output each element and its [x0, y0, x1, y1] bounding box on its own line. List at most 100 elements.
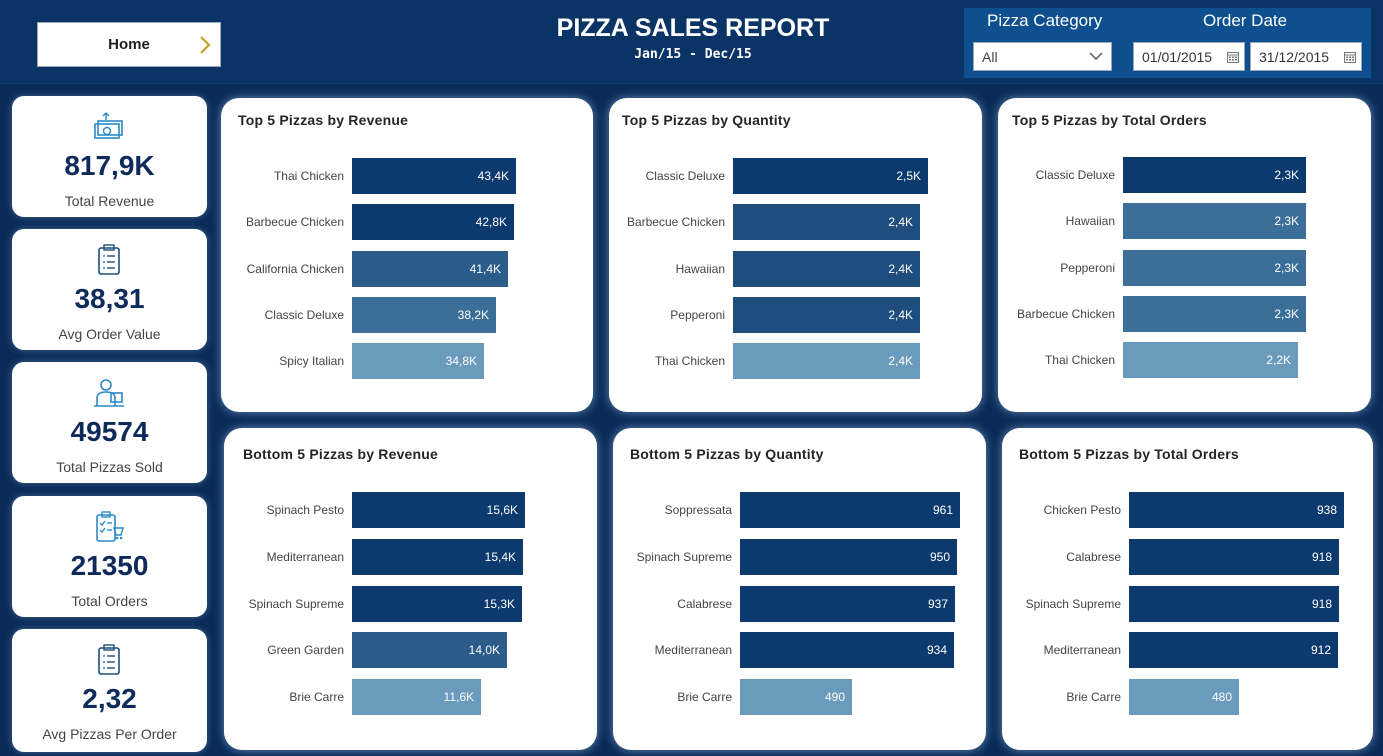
- chart-card-bottom-orders: Bottom 5 Pizzas by Total Orders Chicken …: [1002, 428, 1373, 750]
- calendar-icon[interactable]: [1227, 51, 1239, 63]
- date-from-value: 01/01/2015: [1142, 49, 1213, 65]
- chevron-down-icon: [1089, 52, 1103, 61]
- money-icon: [94, 112, 123, 139]
- bar-category-label: Thai Chicken: [273, 169, 344, 183]
- bar[interactable]: 2,5K: [733, 158, 928, 194]
- bar-category-label: Barbecue Chicken: [1016, 306, 1115, 321]
- date-to-value: 31/12/2015: [1259, 49, 1330, 65]
- chart-card-top-quantity: Top 5 Pizzas by Quantity Classic Deluxe 2…: [609, 98, 982, 412]
- bar-category-label: Pepperoni: [1060, 260, 1115, 275]
- bar-category-label: Classic Deluxe: [264, 307, 344, 322]
- chevron-right-icon: [200, 36, 211, 54]
- bar-value-label: 2,4K: [888, 261, 913, 276]
- bar[interactable]: 43,4K: [352, 158, 516, 194]
- home-button[interactable]: Home: [37, 22, 221, 67]
- bar-row: Classic Deluxe 38,2K: [221, 296, 593, 333]
- bar-category-label: Mediterranean: [1043, 643, 1121, 658]
- home-button-label: Home: [108, 36, 150, 53]
- bar-value-label: 2,3K: [1274, 260, 1299, 275]
- kpi-value: 49574: [70, 416, 149, 447]
- bar-row: Brie Carre 480: [1002, 679, 1373, 716]
- delivery-icon: [94, 379, 124, 407]
- kpi-value: 2,32: [82, 683, 137, 714]
- bar[interactable]: 2,4K: [733, 296, 920, 333]
- bar[interactable]: 14,0K: [352, 632, 507, 669]
- bar-category-label: Thai Chicken: [654, 354, 725, 369]
- kpi-card-total-revenue: 817,9K Total Revenue: [12, 96, 207, 217]
- chart-title: Top 5 Pizzas by Quantity: [622, 112, 791, 128]
- bar[interactable]: 2,4K: [733, 343, 920, 380]
- bar-category-label: Spicy Italian: [279, 354, 344, 369]
- pizza-category-dropdown[interactable]: All: [973, 42, 1112, 71]
- bar-value-label: 38,2K: [457, 307, 489, 322]
- bar[interactable]: 2,4K: [733, 250, 920, 287]
- calendar-icon[interactable]: [1344, 51, 1356, 63]
- chart-title: Bottom 5 Pizzas by Quantity: [630, 446, 824, 462]
- bar-value-label: 41,4K: [469, 261, 501, 276]
- bar[interactable]: 912: [1129, 632, 1338, 669]
- bar-row: Hawaiian 2,3K: [998, 203, 1371, 240]
- bar[interactable]: 934: [740, 632, 954, 669]
- chart-title: Top 5 Pizzas by Revenue: [238, 112, 409, 128]
- bar-category-label: Barbecue Chicken: [626, 215, 725, 230]
- bar-value-label: 11,6K: [443, 690, 474, 705]
- bar[interactable]: 15,6K: [352, 492, 525, 528]
- bar-value-label: 950: [929, 549, 950, 564]
- bar-value-label: 938: [1316, 503, 1337, 517]
- bar-category-label: Hawaiian: [675, 261, 725, 276]
- bar[interactable]: 950: [740, 538, 957, 575]
- bar[interactable]: 15,3K: [352, 585, 522, 622]
- bar-value-label: 2,5K: [896, 169, 921, 183]
- bar-category-label: California Chicken: [246, 261, 344, 276]
- bar[interactable]: 918: [1129, 538, 1339, 575]
- bar-row: California Chicken 41,4K: [221, 250, 593, 287]
- bar[interactable]: 480: [1129, 679, 1239, 716]
- kpi-value: 38,31: [74, 283, 145, 314]
- bar-category-label: Chicken Pesto: [1043, 503, 1121, 517]
- bar-value-label: 480: [1211, 690, 1232, 705]
- chart-title: Bottom 5 Pizzas by Total Orders: [1019, 446, 1239, 462]
- bar[interactable]: 2,2K: [1123, 342, 1298, 379]
- bar-row: Thai Chicken 2,4K: [609, 343, 982, 380]
- bar-value-label: 2,3K: [1274, 214, 1299, 229]
- bar[interactable]: 937: [740, 585, 955, 622]
- kpi-card-total-pizzas-sold: 49574 Total Pizzas Sold: [12, 362, 207, 483]
- date-from-input[interactable]: 01/01/2015: [1133, 42, 1245, 71]
- bar-value-label: 918: [1311, 596, 1332, 611]
- chart-title: Top 5 Pizzas by Total Orders: [1012, 112, 1207, 128]
- bar[interactable]: 938: [1129, 492, 1344, 528]
- bar-category-label: Brie Carre: [677, 690, 732, 705]
- chart-card-bottom-quantity: Bottom 5 Pizzas by Quantity Soppressata 9…: [613, 428, 986, 750]
- bar-value-label: 34,8K: [445, 354, 477, 369]
- bar-value-label: 14,0K: [468, 643, 500, 658]
- bar[interactable]: 2,3K: [1123, 203, 1306, 240]
- bar-row: Calabrese 937: [613, 585, 986, 622]
- bar-category-label: Spinach Pesto: [266, 503, 344, 517]
- bar[interactable]: 38,2K: [352, 296, 496, 333]
- kpi-caption: Avg Order Value: [58, 326, 161, 342]
- bar-category-label: Brie Carre: [1066, 690, 1121, 705]
- bar[interactable]: 34,8K: [352, 343, 484, 380]
- bar[interactable]: 11,6K: [352, 679, 481, 716]
- page-subtitle: Jan/15 - Dec/15: [634, 47, 752, 62]
- bar[interactable]: 490: [740, 679, 852, 716]
- bar-category-label: Mediterranean: [654, 643, 732, 658]
- bar[interactable]: 41,4K: [352, 250, 508, 287]
- bar[interactable]: 961: [740, 492, 960, 528]
- bar-row: Hawaiian 2,4K: [609, 250, 982, 287]
- bar[interactable]: 15,4K: [352, 538, 523, 575]
- bar[interactable]: 918: [1129, 585, 1339, 622]
- bar[interactable]: 2,3K: [1123, 157, 1306, 193]
- bar-value-label: 912: [1310, 643, 1331, 658]
- checklist-icon: [96, 511, 124, 542]
- bar-value-label: 934: [926, 643, 947, 658]
- pizza-category-label: Pizza Category: [987, 11, 1103, 30]
- bar[interactable]: 2,3K: [1123, 249, 1306, 286]
- bar-value-label: 2,3K: [1274, 168, 1299, 182]
- bar[interactable]: 2,4K: [733, 204, 920, 241]
- bar[interactable]: 2,3K: [1123, 295, 1306, 332]
- date-to-input[interactable]: 31/12/2015: [1250, 42, 1362, 71]
- kpi-value: 21350: [70, 550, 149, 581]
- bar[interactable]: 42,8K: [352, 204, 514, 241]
- bar-value-label: 961: [932, 503, 953, 517]
